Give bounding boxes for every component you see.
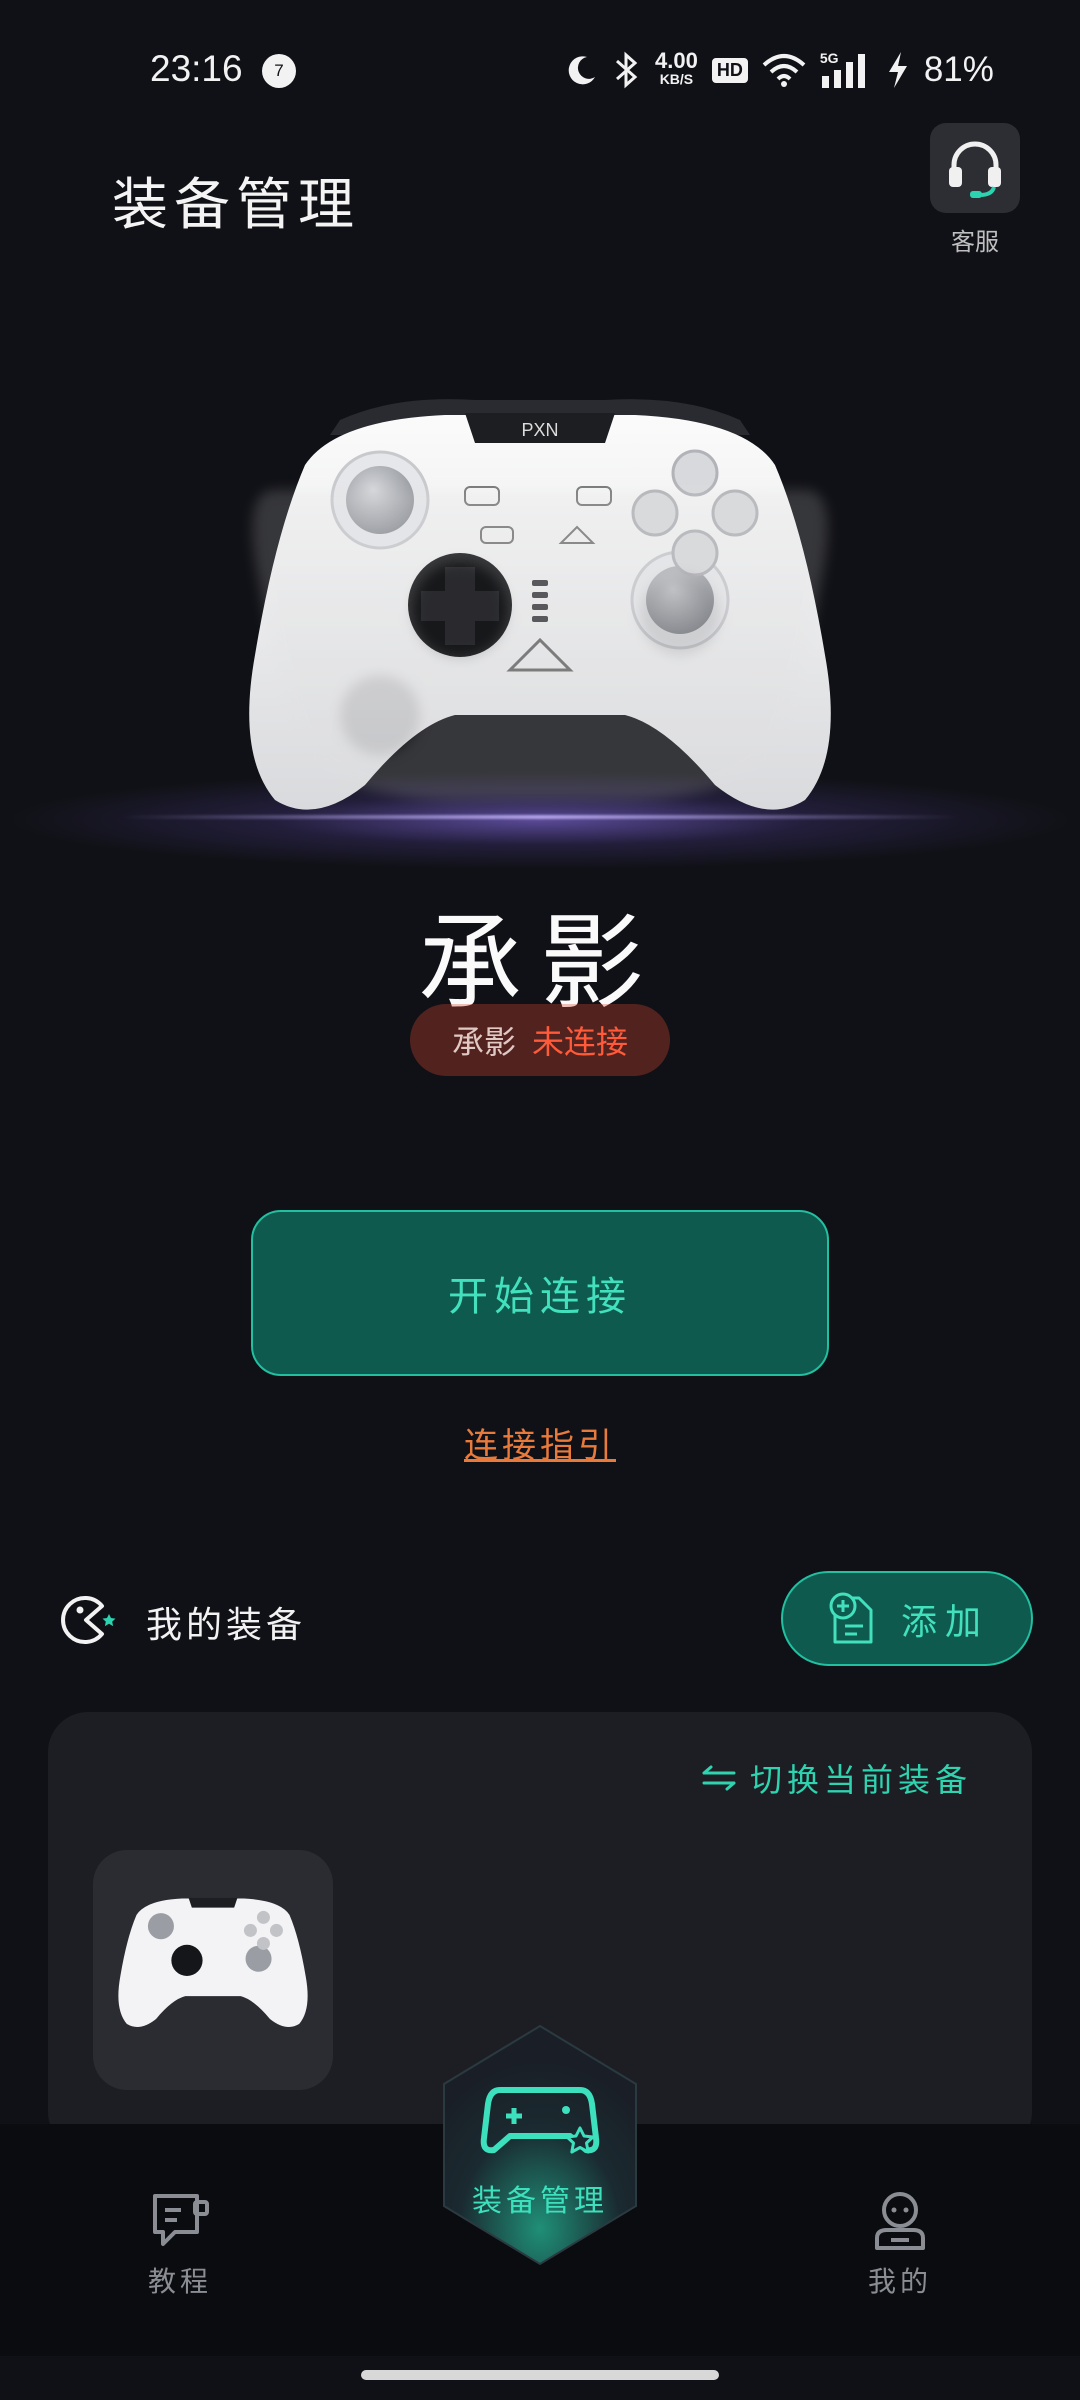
status-text: 未连接 bbox=[532, 1023, 629, 1061]
nav-label-device-management: 装备管理 bbox=[472, 2184, 608, 2219]
controller-brand-label: PXN bbox=[521, 420, 558, 440]
tutorial-icon bbox=[153, 2194, 209, 2246]
start-connect-button[interactable]: 开始连接 bbox=[251, 1210, 829, 1376]
switch-arrows-icon bbox=[702, 1765, 736, 1791]
status-icons: 4.00 KB/S HD 5G 81% bbox=[565, 48, 994, 92]
status-bar: 23:16 7 4.00 KB/S HD 5G 81% bbox=[0, 0, 1080, 140]
nav-label-tutorial: 教程 bbox=[147, 2265, 212, 2298]
add-document-icon bbox=[829, 1592, 873, 1643]
nav-item-device-management[interactable] bbox=[430, 2020, 650, 2270]
nav-item-tutorial[interactable]: 教程 bbox=[100, 2186, 260, 2300]
bluetooth-icon bbox=[616, 51, 638, 89]
hd-icon: HD bbox=[711, 57, 748, 83]
controller-thumbnail-image bbox=[118, 1897, 308, 2027]
connection-guide-link[interactable]: 连接指引 bbox=[0, 1418, 1080, 1467]
my-devices-title: 我的装备 bbox=[146, 1605, 307, 1646]
nav-label-profile: 我的 bbox=[867, 2265, 932, 2298]
controller-reflection bbox=[252, 490, 828, 800]
notification-badge: 7 bbox=[262, 54, 296, 88]
headset-icon bbox=[949, 141, 1001, 198]
status-time: 23:16 bbox=[150, 48, 243, 89]
wifi-icon bbox=[762, 54, 806, 87]
add-device-label: 添加 bbox=[900, 1601, 989, 1643]
device-thumbnail[interactable] bbox=[93, 1850, 333, 2090]
moon-icon bbox=[568, 56, 595, 85]
home-indicator[interactable] bbox=[361, 2370, 719, 2380]
switch-device-button[interactable]: 切换当前装备 bbox=[700, 1755, 972, 1801]
switch-device-label: 切换当前装备 bbox=[750, 1761, 973, 1799]
connection-status-badge: 承影 未连接 bbox=[410, 1004, 670, 1076]
add-device-button[interactable]: 添加 bbox=[781, 1571, 1033, 1666]
customer-service-label: 客服 bbox=[951, 228, 999, 256]
cell-signal-icon: 5G bbox=[820, 50, 872, 90]
net-speed: 4.00 KB/S bbox=[655, 48, 698, 88]
profile-icon bbox=[875, 2192, 925, 2250]
nav-item-profile[interactable]: 我的 bbox=[820, 2186, 980, 2300]
charging-icon bbox=[888, 52, 907, 88]
status-device-name: 承影 bbox=[451, 1023, 516, 1061]
battery-level: 81% bbox=[923, 50, 994, 89]
my-devices-icon bbox=[61, 1596, 116, 1644]
customer-service-button[interactable] bbox=[930, 123, 1020, 213]
page-title: 装备管理 bbox=[112, 173, 360, 238]
